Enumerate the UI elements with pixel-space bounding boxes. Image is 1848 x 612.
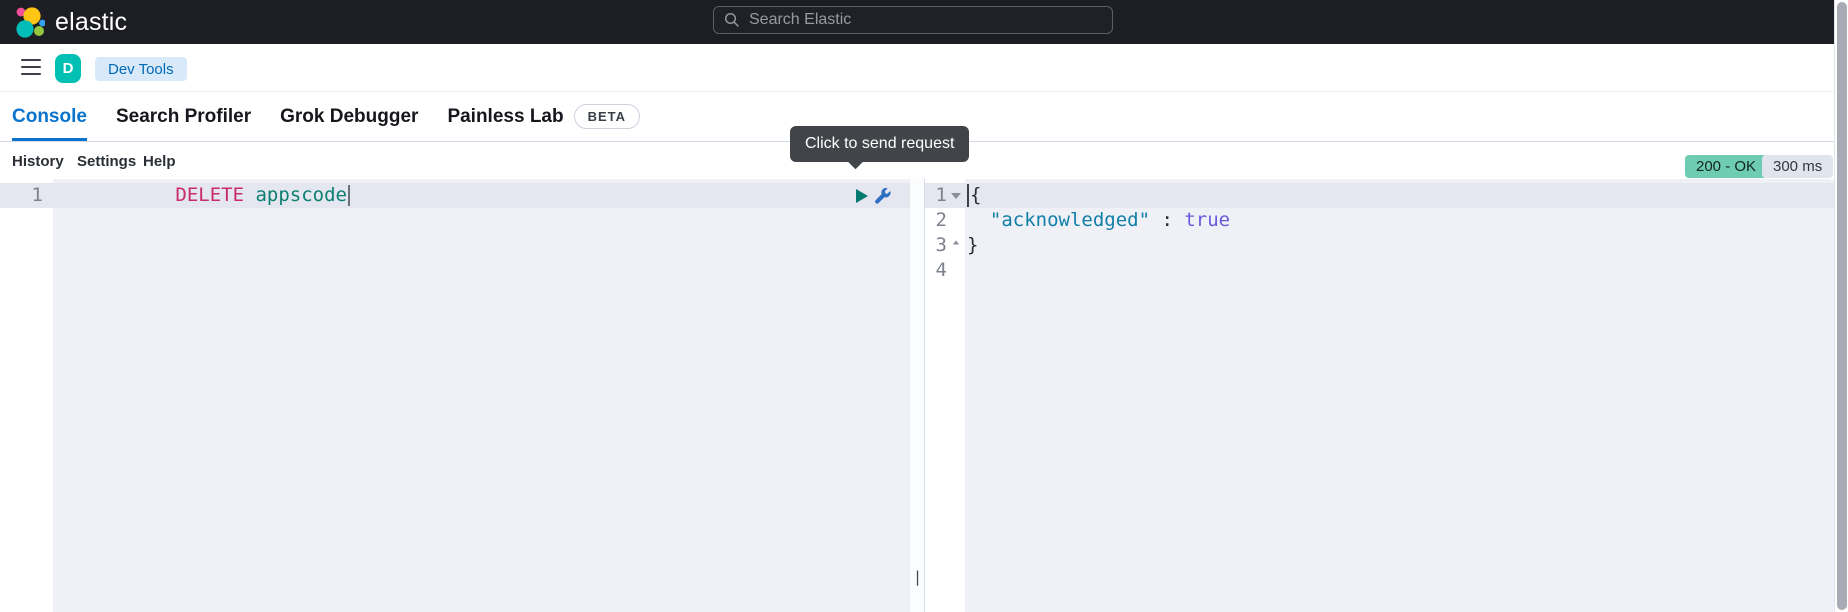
- json-open-brace: {: [970, 184, 981, 206]
- json-value: true: [1184, 209, 1230, 231]
- text-cursor: [967, 184, 969, 207]
- json-colon: :: [1150, 209, 1184, 231]
- scrollbar-thumb[interactable]: [1837, 2, 1847, 610]
- fold-open-icon[interactable]: [951, 193, 961, 199]
- request-line-1[interactable]: 1 DELETE appscode: [0, 183, 910, 208]
- panel-resizer[interactable]: ||: [910, 179, 925, 612]
- menu-history[interactable]: History: [12, 153, 64, 170]
- text-cursor: [348, 185, 350, 206]
- elastic-logo-icon: [13, 6, 45, 38]
- search-input[interactable]: [749, 11, 1102, 29]
- response-status-badge: 200 - OK: [1685, 155, 1767, 178]
- tab-painless-lab-label: Painless Lab: [447, 106, 563, 128]
- response-line-1[interactable]: 1 {: [925, 183, 1848, 208]
- response-editor[interactable]: 1 { 2 "acknowledged" : true 3 } 4: [925, 179, 1848, 612]
- fold-end-icon[interactable]: [953, 241, 959, 245]
- request-target: appscode: [255, 184, 347, 206]
- json-close-brace: }: [967, 234, 978, 256]
- json-key: "acknowledged": [967, 209, 1150, 231]
- line-number: 1: [925, 183, 947, 208]
- response-time-badge: 300 ms: [1762, 155, 1833, 178]
- app-header: elastic e: [0, 0, 1848, 44]
- tab-painless-lab[interactable]: Painless Lab BETA: [447, 92, 640, 141]
- menu-settings[interactable]: Settings: [77, 153, 136, 170]
- line-number: 1: [0, 183, 43, 208]
- breadcrumb-dev-tools[interactable]: Dev Tools: [95, 57, 187, 81]
- space-avatar[interactable]: D: [55, 54, 81, 83]
- response-line-2[interactable]: 2 "acknowledged" : true: [925, 208, 1848, 233]
- tab-grok-debugger[interactable]: Grok Debugger: [280, 92, 418, 141]
- menu-help[interactable]: Help: [143, 153, 176, 170]
- response-line-4[interactable]: 4: [925, 258, 1848, 283]
- line-number: 3: [925, 233, 947, 258]
- request-method: DELETE: [175, 184, 244, 206]
- beta-badge: BETA: [574, 104, 640, 129]
- token-space: [244, 184, 255, 206]
- line-number: 2: [925, 208, 947, 233]
- request-options-wrench-icon[interactable]: [874, 187, 891, 204]
- console-editors: 1 DELETE appscode || 1 {: [0, 179, 1848, 612]
- brand-wordmark: elastic: [55, 8, 127, 37]
- response-line-3[interactable]: 3 }: [925, 233, 1848, 258]
- tab-search-profiler[interactable]: Search Profiler: [116, 92, 251, 141]
- page-scrollbar: [1834, 0, 1848, 612]
- send-request-tooltip: Click to send request: [790, 126, 969, 162]
- global-search[interactable]: [713, 6, 1113, 34]
- search-icon: [724, 12, 740, 28]
- menu-hamburger-icon[interactable]: [21, 59, 41, 76]
- breadcrumb-bar: D Dev Tools: [0, 44, 1848, 92]
- request-gutter: [0, 179, 53, 612]
- tab-console[interactable]: Console: [12, 92, 87, 141]
- request-editor[interactable]: 1 DELETE appscode: [0, 179, 910, 612]
- line-number: 4: [925, 258, 947, 283]
- send-request-play-icon[interactable]: [856, 189, 868, 203]
